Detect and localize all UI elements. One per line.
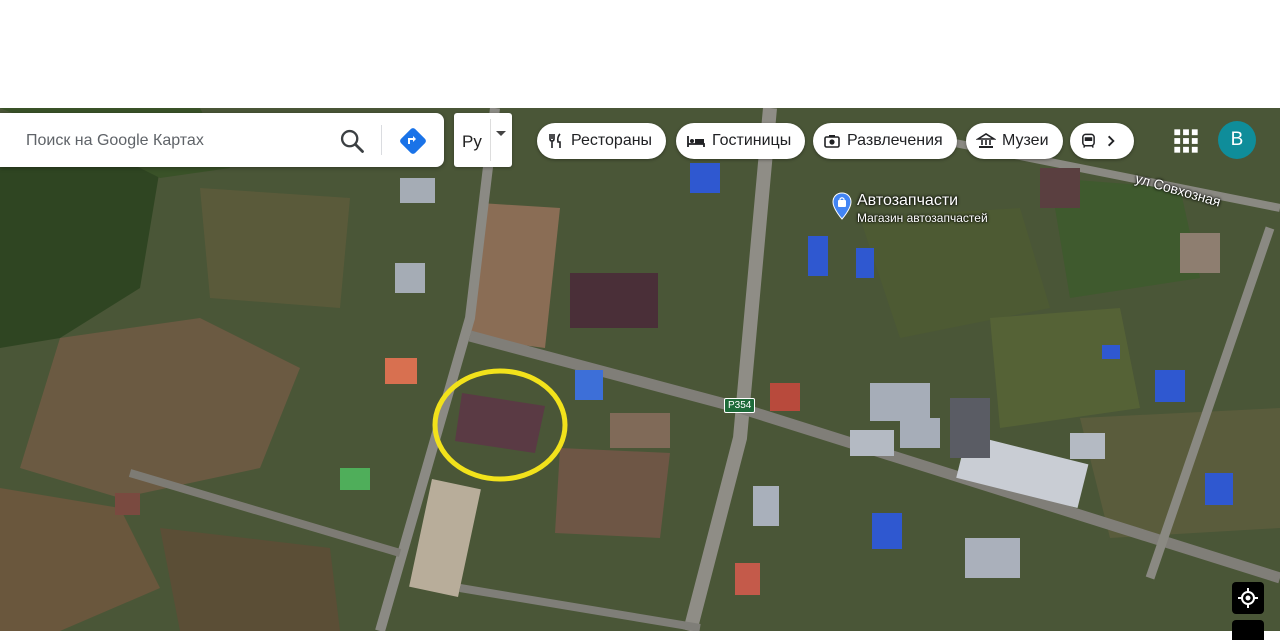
language-code: Ру [462,132,482,151]
chip-more[interactable] [1070,123,1134,159]
route-badge: Р354 [724,398,756,413]
satellite-map[interactable] [0,108,1280,631]
apps-grid-icon[interactable] [1172,127,1200,155]
hotel-icon [687,136,705,147]
chevron-right-icon[interactable] [1103,133,1118,149]
chip-museums[interactable]: Музеи [966,123,1063,159]
chip-label: Гостиницы [712,132,792,149]
search-box [0,113,444,167]
chip-label: Музеи [1002,132,1049,149]
camera-icon [824,135,840,148]
poi-title[interactable]: Автозапчасти [857,192,958,210]
shopping-bag-pin-icon[interactable] [832,192,852,220]
language-separator [490,119,491,161]
directions-icon[interactable] [398,126,428,156]
caret-down-icon[interactable] [496,131,506,136]
search-icon[interactable] [338,127,366,155]
chip-label: Рестораны [571,132,653,149]
transit-icon [1082,133,1095,148]
account-avatar[interactable]: B [1218,121,1256,159]
chip-entertainment[interactable]: Развлечения [813,123,957,159]
chip-hotels[interactable]: Гостиницы [676,123,806,159]
language-selector[interactable]: Ру [454,113,512,167]
map-control-button[interactable] [1232,620,1264,640]
chip-label: Развлечения [847,132,943,149]
my-location-icon [1238,588,1258,608]
search-input[interactable] [24,128,328,154]
poi-subtitle: Магазин автозапчастей [857,211,988,225]
restaurant-icon [549,133,561,148]
search-divider [381,125,382,155]
satellite-imagery [0,108,1280,631]
my-location-button[interactable] [1232,582,1264,614]
chip-restaurants[interactable]: Рестораны [537,123,667,159]
museum-icon [976,133,996,148]
